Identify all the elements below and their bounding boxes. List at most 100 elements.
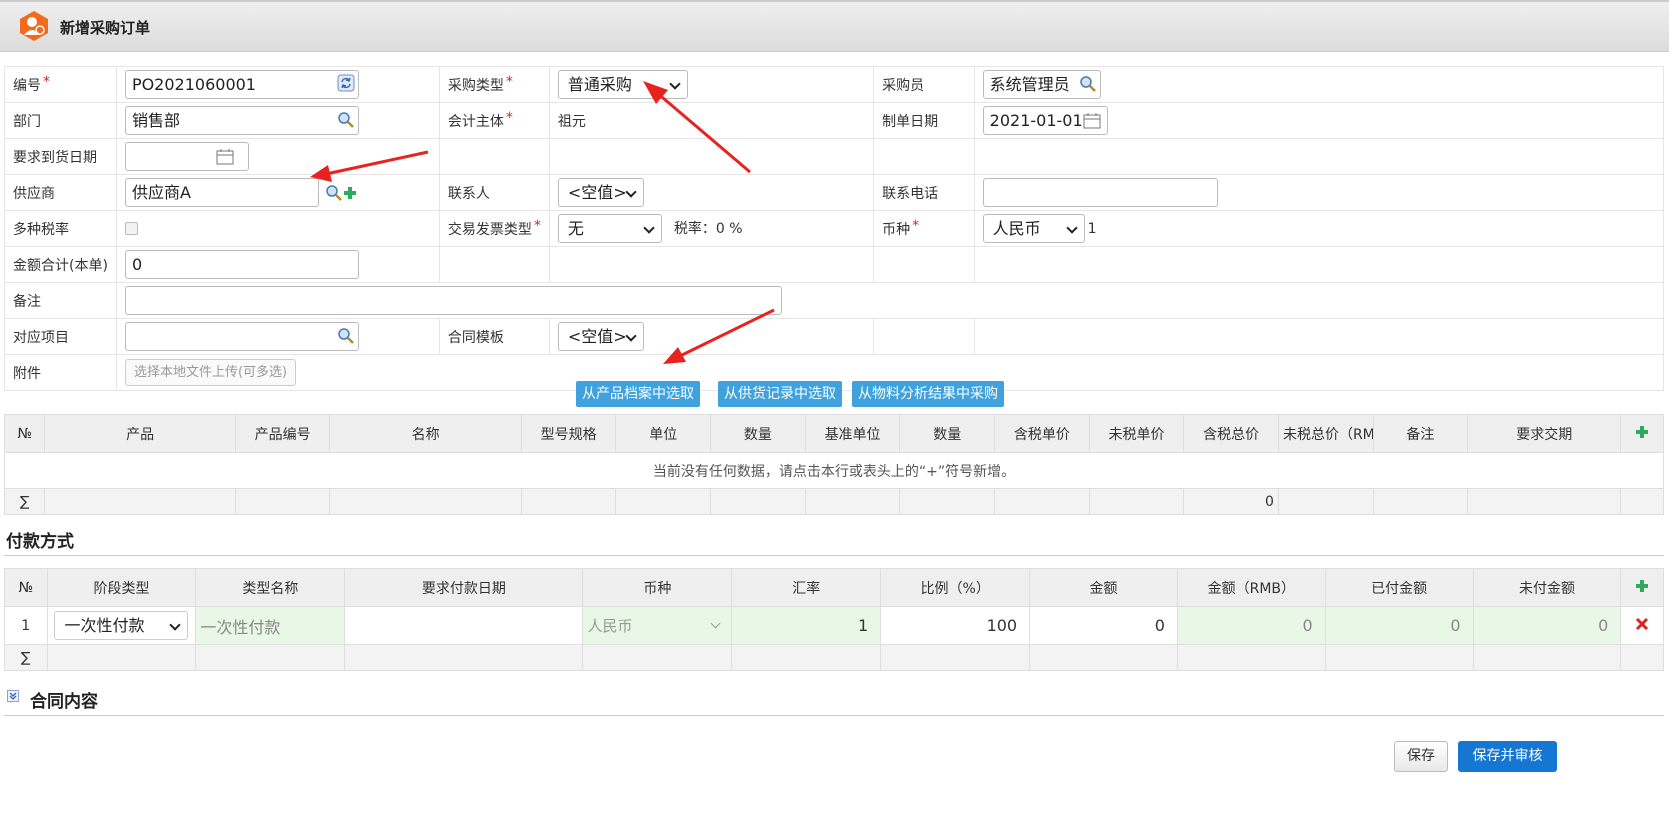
- col-header: 比例（%）: [880, 568, 1031, 607]
- payment-section-title: 付款方式: [6, 532, 74, 552]
- section-divider: [4, 555, 1664, 556]
- window-titlebar: 新增采购订单: [0, 0, 1669, 52]
- date-label: 制单日期: [873, 102, 975, 139]
- col-header[interactable]: 单位: [615, 414, 712, 453]
- select-from-supply-records-button[interactable]: 从供货记录中选取: [718, 381, 842, 407]
- phone-label: 联系电话: [873, 174, 975, 211]
- dept-input[interactable]: 销售部: [124, 106, 359, 135]
- search-icon[interactable]: [337, 327, 355, 345]
- contact-select[interactable]: <空值>: [557, 178, 644, 207]
- project-label: 对应项目: [4, 318, 117, 355]
- contract-section-title: 合同内容: [30, 692, 98, 712]
- products-grid: № 产品 产品编号 名称 型号规格 单位 数量 基准单位 数量 含税单价 未税单…: [3, 414, 1664, 515]
- payment-date-input[interactable]: [344, 606, 584, 645]
- col-header: 未付金额: [1472, 568, 1622, 607]
- total-label: 金额合计(本单): [4, 246, 117, 283]
- refresh-number-icon[interactable]: [337, 74, 355, 92]
- col-header[interactable]: 产品: [44, 414, 236, 453]
- col-header: 类型名称: [195, 568, 346, 607]
- select-from-product-button[interactable]: 从产品档案中选取: [576, 381, 700, 407]
- order-no-input[interactable]: PO2021060001: [124, 70, 359, 99]
- dept-label: 部门: [4, 102, 117, 139]
- calendar-icon[interactable]: [1083, 113, 1101, 129]
- delivery-date-label: 要求到货日期: [4, 138, 117, 175]
- purchase-from-material-analysis-button[interactable]: 从物料分析结果中采购: [852, 381, 1004, 407]
- purchase-type-select[interactable]: 普通采购: [557, 70, 688, 99]
- col-header: 阶段类型: [46, 568, 197, 607]
- entity-value: 祖元: [548, 102, 875, 139]
- chevron-down-icon: [169, 619, 182, 631]
- col-header[interactable]: 数量: [899, 414, 996, 453]
- project-input[interactable]: [124, 322, 359, 351]
- save-button[interactable]: 保存: [1394, 741, 1448, 772]
- section-divider: [4, 715, 1664, 716]
- currency-label: 币种 *: [873, 210, 975, 247]
- chevron-down-icon: [625, 186, 637, 198]
- chevron-down-icon: [643, 222, 655, 234]
- exchange-rate-input[interactable]: 1: [736, 609, 876, 643]
- add-icon[interactable]: [343, 186, 357, 200]
- empty-row[interactable]: 当前没有任何数据，请点击本行或表头上的“+”符号新增。: [4, 452, 1664, 489]
- window-title: 新增采购订单: [60, 19, 151, 37]
- col-header: 币种: [582, 568, 733, 607]
- amount-input[interactable]: 0: [1034, 609, 1173, 643]
- search-icon[interactable]: [337, 111, 355, 129]
- tax-rate-text: 税率：0 %: [673, 220, 743, 237]
- search-icon[interactable]: [325, 184, 343, 202]
- currency-cell-select[interactable]: 人民币: [582, 606, 733, 645]
- col-header: №: [4, 568, 48, 607]
- ratio-input[interactable]: 100: [885, 609, 1025, 643]
- buyer-input[interactable]: 系统管理员: [982, 70, 1101, 99]
- total-input[interactable]: 0: [124, 250, 359, 279]
- remark-input[interactable]: [124, 286, 782, 315]
- add-row-button[interactable]: [1620, 414, 1664, 453]
- save-and-audit-button[interactable]: 保存并审核: [1458, 741, 1557, 772]
- app-logo-icon: [20, 11, 48, 41]
- sum-total-tax-included: 0: [1183, 488, 1279, 515]
- col-header[interactable]: 产品编号: [234, 414, 331, 453]
- date-input[interactable]: 2021-01-01: [982, 106, 1108, 135]
- col-header[interactable]: 数量: [710, 414, 806, 453]
- delivery-date-input[interactable]: [124, 142, 249, 171]
- contract-template-select[interactable]: <空值>: [557, 322, 644, 351]
- col-header: 金额: [1029, 568, 1178, 607]
- invoice-type-select[interactable]: 无: [557, 214, 662, 243]
- row-number: 1: [4, 606, 48, 645]
- col-header: 汇率: [731, 568, 882, 607]
- multi-tax-checkbox[interactable]: [124, 222, 138, 235]
- col-header[interactable]: 含税单价: [994, 414, 1090, 453]
- sum-symbol: ∑: [3, 488, 46, 515]
- col-header[interactable]: 要求交期: [1467, 414, 1622, 453]
- delete-row-button[interactable]: [1620, 606, 1664, 645]
- currency-select[interactable]: 人民币: [982, 214, 1085, 243]
- col-header: 金额（RMB）: [1176, 568, 1326, 607]
- col-header[interactable]: 名称: [329, 414, 522, 453]
- add-payment-row-button[interactable]: [1620, 568, 1664, 607]
- entity-label: 会计主体 *: [438, 102, 550, 139]
- add-icon[interactable]: [1635, 579, 1649, 593]
- stage-type-select[interactable]: 一次性付款: [54, 611, 189, 640]
- col-header[interactable]: 未税单价: [1088, 414, 1185, 453]
- supplier-input[interactable]: 供应商A: [124, 178, 319, 207]
- phone-input[interactable]: [982, 178, 1218, 207]
- col-header[interactable]: 基准单位: [804, 414, 901, 453]
- col-header[interactable]: 备注: [1372, 414, 1469, 453]
- col-header: №: [3, 414, 46, 453]
- col-header[interactable]: 含税总价: [1183, 414, 1279, 453]
- payment-grid: № 阶段类型 类型名称 要求付款日期 币种 汇率 比例（%） 金额 金额（RMB…: [4, 568, 1664, 671]
- col-header[interactable]: 型号规格: [520, 414, 617, 453]
- payment-row: 1 一次性付款 一次性付款 人民币 1 100 0 0 0 0: [4, 606, 1664, 645]
- collapse-toggle-icon[interactable]: [7, 690, 19, 702]
- sum-symbol: ∑: [4, 644, 48, 671]
- add-icon[interactable]: [1635, 425, 1649, 439]
- search-icon[interactable]: [1079, 75, 1097, 93]
- remark-label: 备注: [4, 282, 117, 319]
- currency-rate: 1: [1087, 220, 1097, 237]
- calendar-icon[interactable]: [216, 149, 234, 165]
- type-name-input[interactable]: 一次性付款: [195, 606, 346, 645]
- col-header: 要求付款日期: [344, 568, 584, 607]
- delete-icon[interactable]: [1635, 617, 1649, 631]
- paid-amount-value: 0: [1450, 615, 1461, 635]
- chevron-down-icon: [669, 78, 681, 90]
- col-header[interactable]: 未税总价（RM: [1277, 414, 1374, 453]
